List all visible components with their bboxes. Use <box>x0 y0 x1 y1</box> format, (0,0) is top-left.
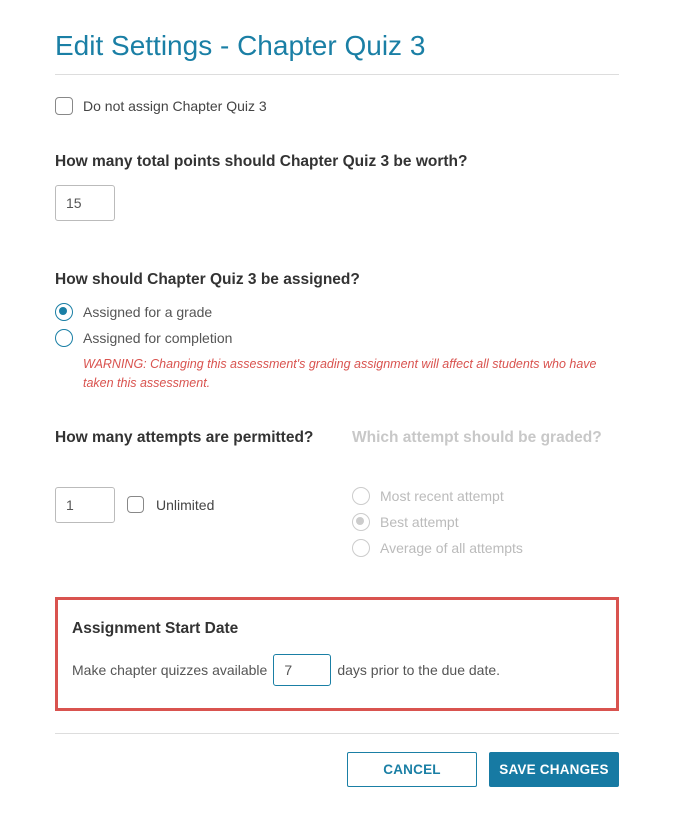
edit-settings-dialog: Edit Settings - Chapter Quiz 3 Do not as… <box>0 0 674 827</box>
assign-completion-label: Assigned for completion <box>83 330 232 346</box>
graded-average-row: Average of all attempts <box>352 539 619 557</box>
unlimited-label: Unlimited <box>156 497 214 513</box>
attempts-input[interactable] <box>55 487 115 523</box>
assign-completion-row: Assigned for completion <box>55 329 619 347</box>
divider <box>55 74 619 75</box>
assign-mode-section: How should Chapter Quiz 3 be assigned? A… <box>55 271 619 393</box>
points-section: How many total points should Chapter Qui… <box>55 153 619 221</box>
do-not-assign-checkbox[interactable] <box>55 97 73 115</box>
save-button[interactable]: SAVE CHANGES <box>489 752 619 787</box>
attempts-section: How many attempts are permitted? Unlimit… <box>55 429 322 565</box>
graded-best-label: Best attempt <box>380 514 459 530</box>
start-date-pre-text: Make chapter quizzes available <box>72 662 267 678</box>
points-input[interactable] <box>55 185 115 221</box>
start-date-section: Assignment Start Date Make chapter quizz… <box>55 597 619 711</box>
graded-recent-label: Most recent attempt <box>380 488 504 504</box>
unlimited-checkbox[interactable] <box>127 496 144 513</box>
graded-attempt-heading: Which attempt should be graded? <box>352 429 619 473</box>
graded-average-label: Average of all attempts <box>380 540 523 556</box>
graded-average-radio <box>352 539 370 557</box>
graded-attempt-section: Which attempt should be graded? Most rec… <box>352 429 619 565</box>
graded-recent-radio <box>352 487 370 505</box>
assign-warning: WARNING: Changing this assessment's grad… <box>83 355 619 393</box>
start-date-input[interactable] <box>273 654 331 686</box>
cancel-button[interactable]: CANCEL <box>347 752 477 787</box>
attempts-grading-row: How many attempts are permitted? Unlimit… <box>55 429 619 565</box>
start-date-post-text: days prior to the due date. <box>337 662 500 678</box>
assign-grade-row: Assigned for a grade <box>55 303 619 321</box>
graded-recent-row: Most recent attempt <box>352 487 619 505</box>
assign-completion-radio[interactable] <box>55 329 73 347</box>
do-not-assign-row: Do not assign Chapter Quiz 3 <box>55 97 619 115</box>
page-title: Edit Settings - Chapter Quiz 3 <box>55 30 619 62</box>
assign-grade-radio[interactable] <box>55 303 73 321</box>
assign-grade-label: Assigned for a grade <box>83 304 212 320</box>
graded-best-radio <box>352 513 370 531</box>
graded-best-row: Best attempt <box>352 513 619 531</box>
points-heading: How many total points should Chapter Qui… <box>55 153 619 171</box>
attempts-heading: How many attempts are permitted? <box>55 429 322 473</box>
start-date-heading: Assignment Start Date <box>72 620 602 638</box>
divider-bottom <box>55 733 619 734</box>
assign-mode-heading: How should Chapter Quiz 3 be assigned? <box>55 271 619 289</box>
footer-buttons: CANCEL SAVE CHANGES <box>55 752 619 787</box>
do-not-assign-label: Do not assign Chapter Quiz 3 <box>83 98 267 114</box>
